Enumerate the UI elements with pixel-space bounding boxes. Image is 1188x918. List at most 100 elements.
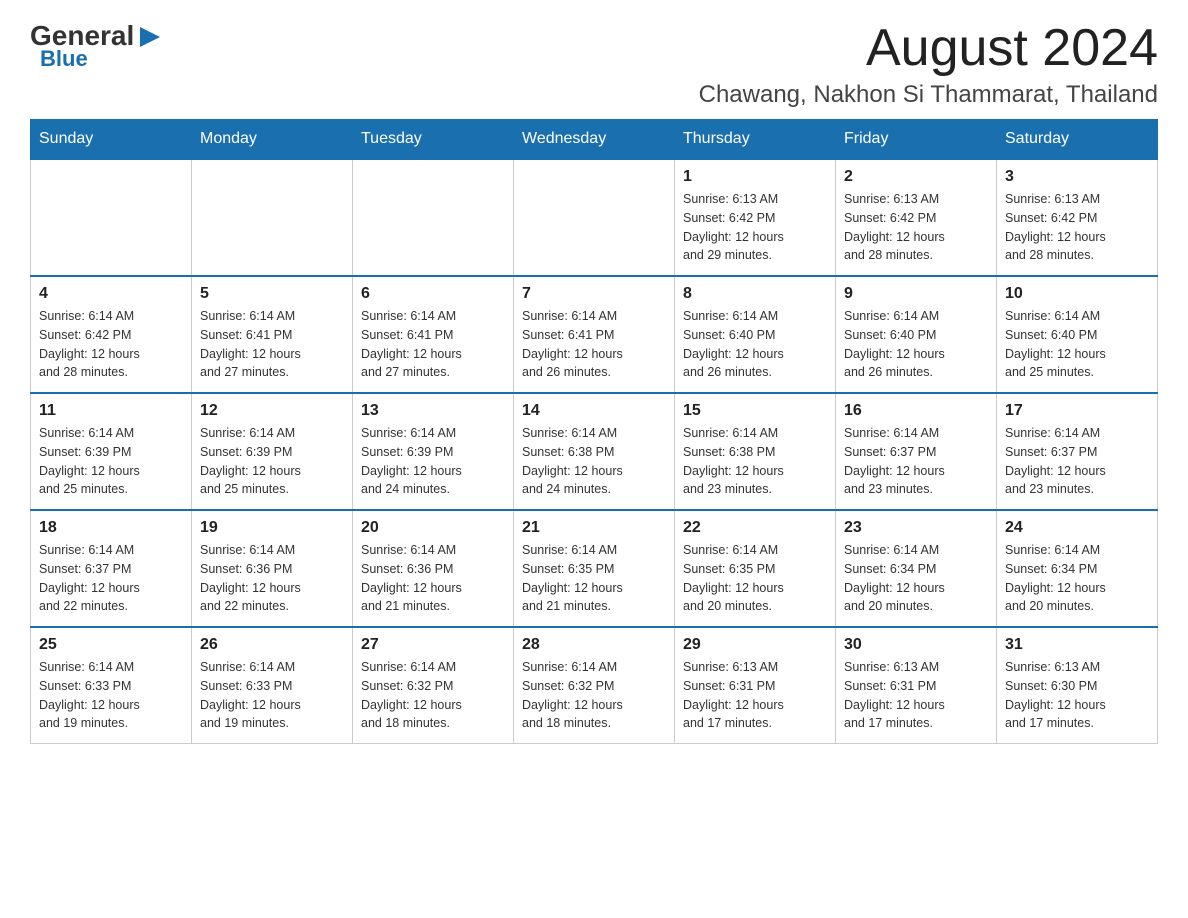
calendar-day-empty xyxy=(192,159,353,276)
day-number: 10 xyxy=(1005,285,1149,303)
day-info: Sunrise: 6:14 AMSunset: 6:36 PMDaylight:… xyxy=(361,541,505,616)
day-number: 15 xyxy=(683,402,827,420)
day-number: 24 xyxy=(1005,519,1149,537)
day-number: 7 xyxy=(522,285,666,303)
calendar-table: SundayMondayTuesdayWednesdayThursdayFrid… xyxy=(30,119,1158,744)
day-info: Sunrise: 6:14 AMSunset: 6:32 PMDaylight:… xyxy=(522,658,666,733)
calendar-day-12: 12 Sunrise: 6:14 AMSunset: 6:39 PMDayligh… xyxy=(192,393,353,510)
day-info: Sunrise: 6:14 AMSunset: 6:35 PMDaylight:… xyxy=(522,541,666,616)
col-header-saturday: Saturday xyxy=(997,120,1158,160)
calendar-day-2: 2Sunrise: 6:13 AMSunset: 6:42 PMDaylight… xyxy=(836,159,997,276)
day-info: Sunrise: 6:14 AMSunset: 6:39 PMDaylight:… xyxy=(200,424,344,499)
day-info: Sunrise: 6:14 AMSunset: 6:41 PMDaylight:… xyxy=(200,307,344,382)
location-title: Chawang, Nakhon Si Thammarat, Thailand xyxy=(699,81,1158,109)
calendar-day-17: 17 Sunrise: 6:14 AMSunset: 6:37 PMDayligh… xyxy=(997,393,1158,510)
day-info: Sunrise: 6:13 AMSunset: 6:31 PMDaylight:… xyxy=(683,658,827,733)
day-number: 29 xyxy=(683,636,827,654)
day-number: 13 xyxy=(361,402,505,420)
calendar-day-5: 5 Sunrise: 6:14 AMSunset: 6:41 PMDaylight… xyxy=(192,276,353,393)
calendar-day-4: 4 Sunrise: 6:14 AMSunset: 6:42 PMDaylight… xyxy=(31,276,192,393)
day-info: Sunrise: 6:14 AMSunset: 6:38 PMDaylight:… xyxy=(683,424,827,499)
calendar-day-20: 20 Sunrise: 6:14 AMSunset: 6:36 PMDayligh… xyxy=(353,510,514,627)
day-number: 16 xyxy=(844,402,988,420)
day-info: Sunrise: 6:14 AMSunset: 6:40 PMDaylight:… xyxy=(844,307,988,382)
col-header-monday: Monday xyxy=(192,120,353,160)
logo-triangle-icon xyxy=(136,23,164,51)
day-info: Sunrise: 6:14 AMSunset: 6:37 PMDaylight:… xyxy=(1005,424,1149,499)
calendar-week-5: 25 Sunrise: 6:14 AMSunset: 6:33 PMDayligh… xyxy=(31,627,1158,744)
calendar-day-empty xyxy=(31,159,192,276)
day-number: 12 xyxy=(200,402,344,420)
title-block: August 2024 Chawang, Nakhon Si Thammarat… xyxy=(699,20,1158,109)
calendar-day-14: 14Sunrise: 6:14 AMSunset: 6:38 PMDayligh… xyxy=(514,393,675,510)
calendar-day-7: 7Sunrise: 6:14 AMSunset: 6:41 PMDaylight… xyxy=(514,276,675,393)
day-number: 23 xyxy=(844,519,988,537)
day-number: 5 xyxy=(200,285,344,303)
day-info: Sunrise: 6:14 AMSunset: 6:42 PMDaylight:… xyxy=(39,307,183,382)
day-number: 1 xyxy=(683,168,827,186)
day-info: Sunrise: 6:13 AMSunset: 6:42 PMDaylight:… xyxy=(1005,190,1149,265)
day-number: 8 xyxy=(683,285,827,303)
calendar-day-empty xyxy=(353,159,514,276)
calendar-day-empty xyxy=(514,159,675,276)
day-info: Sunrise: 6:14 AMSunset: 6:32 PMDaylight:… xyxy=(361,658,505,733)
day-number: 17 xyxy=(1005,402,1149,420)
calendar-day-23: 23 Sunrise: 6:14 AMSunset: 6:34 PMDayligh… xyxy=(836,510,997,627)
calendar-day-26: 26 Sunrise: 6:14 AMSunset: 6:33 PMDayligh… xyxy=(192,627,353,744)
day-number: 14 xyxy=(522,402,666,420)
calendar-day-25: 25 Sunrise: 6:14 AMSunset: 6:33 PMDayligh… xyxy=(31,627,192,744)
col-header-wednesday: Wednesday xyxy=(514,120,675,160)
calendar-day-1: 1 Sunrise: 6:13 AMSunset: 6:42 PMDaylight… xyxy=(675,159,836,276)
day-number: 3 xyxy=(1005,168,1149,186)
day-number: 25 xyxy=(39,636,183,654)
month-title: August 2024 xyxy=(699,20,1158,77)
day-info: Sunrise: 6:14 AMSunset: 6:33 PMDaylight:… xyxy=(200,658,344,733)
day-number: 31 xyxy=(1005,636,1149,654)
calendar-day-19: 19Sunrise: 6:14 AMSunset: 6:36 PMDayligh… xyxy=(192,510,353,627)
day-info: Sunrise: 6:14 AMSunset: 6:35 PMDaylight:… xyxy=(683,541,827,616)
day-info: Sunrise: 6:13 AMSunset: 6:42 PMDaylight:… xyxy=(683,190,827,265)
calendar-day-31: 31 Sunrise: 6:13 AMSunset: 6:30 PMDayligh… xyxy=(997,627,1158,744)
calendar-day-15: 15 Sunrise: 6:14 AMSunset: 6:38 PMDayligh… xyxy=(675,393,836,510)
calendar-day-30: 30 Sunrise: 6:13 AMSunset: 6:31 PMDayligh… xyxy=(836,627,997,744)
day-number: 30 xyxy=(844,636,988,654)
day-number: 4 xyxy=(39,285,183,303)
calendar-day-9: 9 Sunrise: 6:14 AMSunset: 6:40 PMDaylight… xyxy=(836,276,997,393)
logo: General Blue xyxy=(30,20,164,72)
day-info: Sunrise: 6:13 AMSunset: 6:30 PMDaylight:… xyxy=(1005,658,1149,733)
day-number: 9 xyxy=(844,285,988,303)
calendar-week-1: 1 Sunrise: 6:13 AMSunset: 6:42 PMDaylight… xyxy=(31,159,1158,276)
day-number: 20 xyxy=(361,519,505,537)
calendar-week-4: 18Sunrise: 6:14 AMSunset: 6:37 PMDayligh… xyxy=(31,510,1158,627)
day-info: Sunrise: 6:14 AMSunset: 6:39 PMDaylight:… xyxy=(361,424,505,499)
day-info: Sunrise: 6:14 AMSunset: 6:39 PMDaylight:… xyxy=(39,424,183,499)
day-number: 11 xyxy=(39,402,183,420)
day-info: Sunrise: 6:14 AMSunset: 6:33 PMDaylight:… xyxy=(39,658,183,733)
day-info: Sunrise: 6:14 AMSunset: 6:40 PMDaylight:… xyxy=(683,307,827,382)
calendar-day-6: 6 Sunrise: 6:14 AMSunset: 6:41 PMDaylight… xyxy=(353,276,514,393)
day-number: 27 xyxy=(361,636,505,654)
col-header-thursday: Thursday xyxy=(675,120,836,160)
day-info: Sunrise: 6:14 AMSunset: 6:36 PMDaylight:… xyxy=(200,541,344,616)
calendar-day-28: 28Sunrise: 6:14 AMSunset: 6:32 PMDayligh… xyxy=(514,627,675,744)
day-info: Sunrise: 6:14 AMSunset: 6:34 PMDaylight:… xyxy=(1005,541,1149,616)
day-number: 6 xyxy=(361,285,505,303)
day-number: 26 xyxy=(200,636,344,654)
day-number: 21 xyxy=(522,519,666,537)
calendar-day-3: 3 Sunrise: 6:13 AMSunset: 6:42 PMDaylight… xyxy=(997,159,1158,276)
day-info: Sunrise: 6:14 AMSunset: 6:34 PMDaylight:… xyxy=(844,541,988,616)
day-info: Sunrise: 6:14 AMSunset: 6:41 PMDaylight:… xyxy=(361,307,505,382)
day-info: Sunrise: 6:13 AMSunset: 6:31 PMDaylight:… xyxy=(844,658,988,733)
calendar-day-27: 27 Sunrise: 6:14 AMSunset: 6:32 PMDayligh… xyxy=(353,627,514,744)
calendar-day-18: 18Sunrise: 6:14 AMSunset: 6:37 PMDayligh… xyxy=(31,510,192,627)
calendar-day-8: 8 Sunrise: 6:14 AMSunset: 6:40 PMDaylight… xyxy=(675,276,836,393)
calendar-day-24: 24 Sunrise: 6:14 AMSunset: 6:34 PMDayligh… xyxy=(997,510,1158,627)
day-info: Sunrise: 6:14 AMSunset: 6:37 PMDaylight:… xyxy=(39,541,183,616)
calendar-day-10: 10 Sunrise: 6:14 AMSunset: 6:40 PMDayligh… xyxy=(997,276,1158,393)
calendar-day-11: 11 Sunrise: 6:14 AMSunset: 6:39 PMDayligh… xyxy=(31,393,192,510)
col-header-tuesday: Tuesday xyxy=(353,120,514,160)
calendar-day-22: 22Sunrise: 6:14 AMSunset: 6:35 PMDayligh… xyxy=(675,510,836,627)
day-info: Sunrise: 6:14 AMSunset: 6:40 PMDaylight:… xyxy=(1005,307,1149,382)
calendar-week-3: 11 Sunrise: 6:14 AMSunset: 6:39 PMDayligh… xyxy=(31,393,1158,510)
day-number: 2 xyxy=(844,168,988,186)
